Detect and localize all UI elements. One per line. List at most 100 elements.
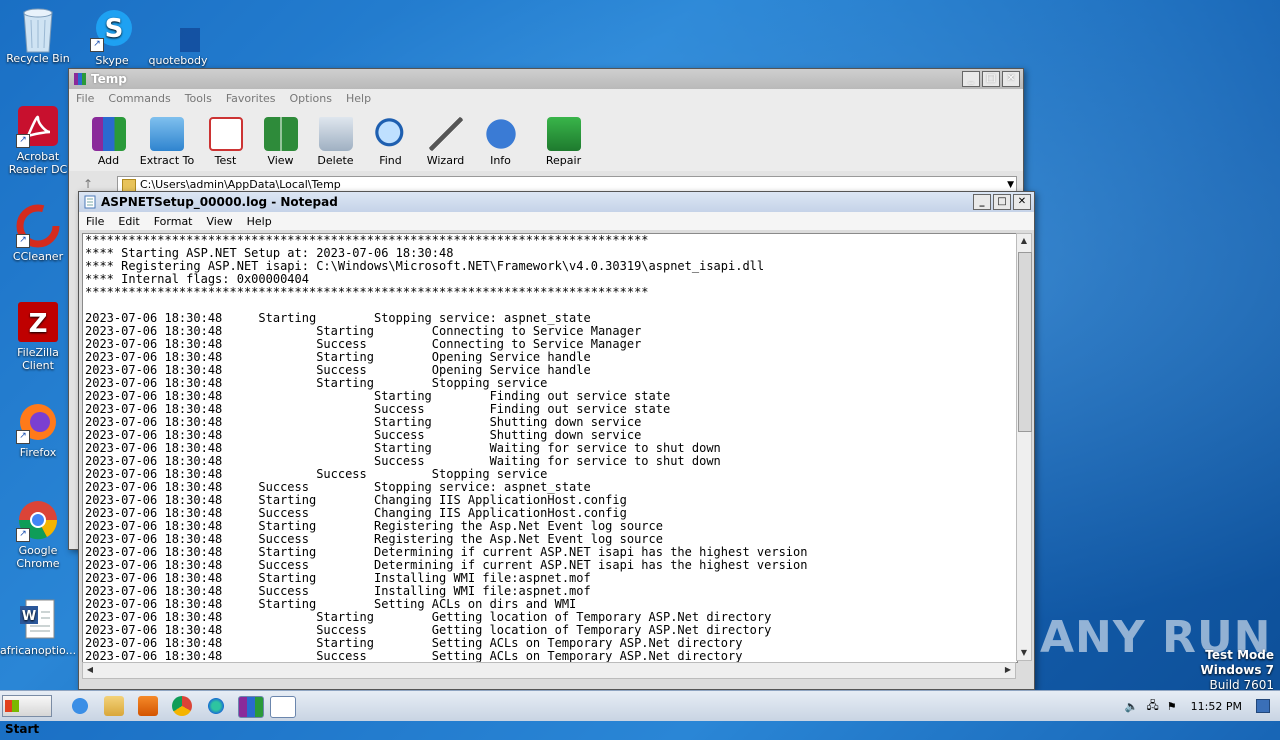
menu-tools[interactable]: Tools [178,92,219,105]
log-text: ****************************************… [85,233,808,663]
recycle-bin-icon [16,6,60,53]
add-label: Add [97,154,120,167]
desktop-icon-firefox[interactable]: ↗ Firefox [0,400,76,459]
notepad-titlebar[interactable]: ASPNETSetup_00000.log - Notepad _ □ ✕ [79,192,1034,212]
svg-text:W: W [22,609,36,624]
os-line: Windows 7 [1200,663,1274,677]
desktop-icon-label: Google Chrome [16,544,60,570]
desktop-icon-label: Firefox [19,446,57,459]
wizard-button[interactable]: Wizard [418,117,473,171]
skype-icon: S ↗ [90,8,134,52]
notepad-icon [84,195,96,209]
menu-options[interactable]: Options [283,92,339,105]
menu-help[interactable]: Help [240,215,279,228]
info-icon [483,117,518,151]
filezilla-icon: Z [16,300,60,344]
desktop-icon-label: africanoptio... [0,644,77,657]
up-arrow-icon[interactable]: ↑ [83,177,93,191]
menu-file[interactable]: File [79,215,111,228]
scroll-right-icon[interactable]: ▶ [1001,663,1015,677]
minimize-button[interactable]: _ [973,194,991,210]
start-button[interactable]: Start [2,695,52,736]
scroll-thumb[interactable] [1018,252,1032,432]
desktop-icon-acrobat[interactable]: ↗ Acrobat Reader DC [0,104,76,176]
wizard-label: Wizard [426,154,465,167]
notepad-window[interactable]: ASPNETSetup_00000.log - Notepad _ □ ✕ Fi… [78,191,1035,690]
desktop-icon-label: CCleaner [12,250,64,263]
find-button[interactable]: Find [363,117,418,171]
menu-file[interactable]: File [69,92,101,105]
desktop-icon-label: Acrobat Reader DC [8,150,68,176]
find-label: Find [379,154,402,167]
test-mode-text: Test Mode Windows 7 Build 7601 [1201,648,1274,693]
repair-label: Repair [545,154,582,167]
desktop-icon-chrome[interactable]: ↗ Google Chrome [0,498,76,570]
book-icon [263,117,298,151]
test-button[interactable]: Test [198,117,253,171]
text-editor[interactable]: ****************************************… [82,233,1018,663]
wand-icon [428,117,463,151]
add-button[interactable]: Add [81,117,136,171]
info-label: Info [490,154,511,167]
desktop-icon-skype[interactable]: S ↗ Skype [74,8,150,67]
clock[interactable]: 11:52 PM [1191,700,1242,713]
shortcut-arrow-icon: ↗ [16,528,30,542]
chrome-icon[interactable] [172,696,192,716]
media-player-icon[interactable] [138,696,158,716]
windows-logo-icon [5,700,19,712]
winrar-icon[interactable] [238,696,264,718]
horizontal-scrollbar[interactable]: ◀ ▶ [82,662,1016,679]
test-mode-line: Test Mode [1205,648,1274,662]
speaker-icon[interactable]: 🔈 [1125,700,1139,713]
desktop-icon-label: Skype [95,54,129,67]
system-tray: 🔈 🖧 ⚑ 11:52 PM [1125,691,1280,721]
ie-icon[interactable] [70,696,90,716]
close-button[interactable]: ✕ [1013,194,1031,210]
view-label: View [267,154,294,167]
repair-button[interactable]: Repair [536,117,591,171]
network-icon[interactable]: 🖧 [1147,697,1159,716]
winrar-title: Temp [91,72,127,86]
menu-edit[interactable]: Edit [111,215,146,228]
test-label: Test [214,154,237,167]
shortcut-arrow-icon: ↗ [90,38,104,52]
winrar-titlebar[interactable]: Temp _ □ ✕ [69,69,1023,89]
edge-icon[interactable] [206,696,226,716]
maximize-button[interactable]: □ [982,71,1000,87]
start-label: Start [5,722,40,736]
desktop-icon-recycle-bin[interactable]: Recycle Bin [0,6,76,65]
view-button[interactable]: View [253,117,308,171]
info-button[interactable]: Info [473,117,528,171]
winrar-menubar: File Commands Tools Favorites Options He… [69,89,1023,107]
desktop-icon-quotebody[interactable]: quotebody [140,8,224,67]
menu-favorites[interactable]: Favorites [219,92,283,105]
show-desktop-icon[interactable] [1256,699,1270,713]
repair-icon [546,117,581,151]
menu-view[interactable]: View [200,215,240,228]
magnifier-icon [373,117,408,151]
winrar-toolbar: Add Extract To Test View Delete Find Wiz… [69,107,1023,171]
maximize-button[interactable]: □ [993,194,1011,210]
flag-icon[interactable]: ⚑ [1167,700,1177,713]
delete-button[interactable]: Delete [308,117,363,171]
close-button[interactable]: ✕ [1002,71,1020,87]
extract-to-button[interactable]: Extract To [136,117,198,171]
scroll-left-icon[interactable]: ◀ [83,663,97,677]
svg-text:Z: Z [29,309,48,339]
scroll-down-icon[interactable]: ▼ [1017,646,1031,660]
menu-commands[interactable]: Commands [101,92,177,105]
desktop-icon-ccleaner[interactable]: ↗ CCleaner [0,204,76,263]
desktop-icon-filezilla[interactable]: Z FileZilla Client [0,300,76,372]
scroll-up-icon[interactable]: ▲ [1017,234,1031,248]
vertical-scrollbar[interactable]: ▲ ▼ [1016,233,1032,661]
test-icon [208,117,243,151]
minimize-button[interactable]: _ [962,71,980,87]
menu-help[interactable]: Help [339,92,378,105]
notepad-icon[interactable] [270,696,296,718]
folder-icon [150,117,184,151]
menu-format[interactable]: Format [147,215,200,228]
desktop-icon-word-doc[interactable]: W africanoptio... [0,598,76,657]
desktop-icon-label: FileZilla Client [17,346,59,372]
explorer-icon[interactable] [104,696,124,716]
notepad-menubar: File Edit Format View Help [79,212,1034,230]
